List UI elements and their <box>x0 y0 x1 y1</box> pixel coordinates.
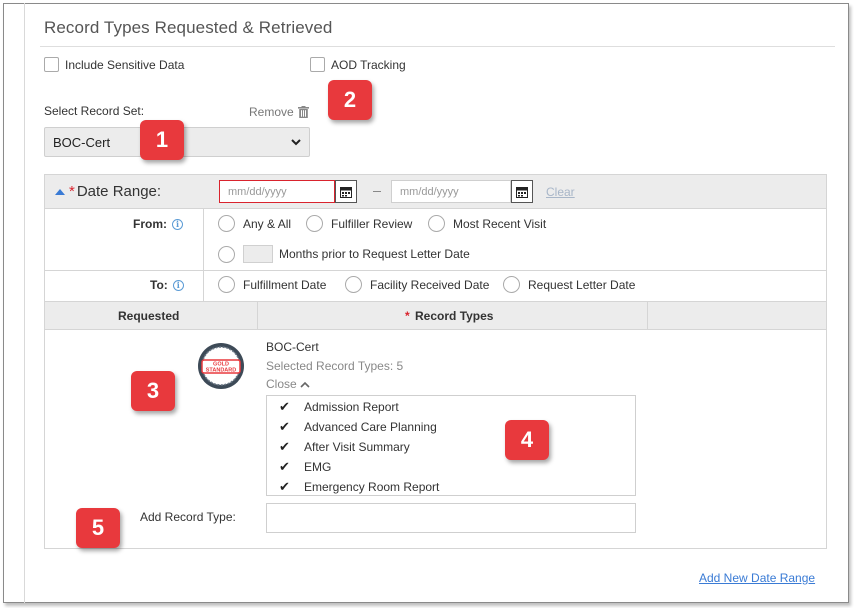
from-calendar-button[interactable] <box>335 180 357 203</box>
to-option-request-letter-date[interactable]: Request Letter Date <box>503 276 635 293</box>
chevron-up-icon <box>300 381 310 388</box>
checkbox-box[interactable] <box>310 57 325 72</box>
radio-circle[interactable] <box>218 215 235 232</box>
months-input[interactable] <box>243 245 273 263</box>
list-item[interactable]: ✔ Advanced Care Planning <box>279 419 437 435</box>
radio-label: Request Letter Date <box>528 277 636 292</box>
from-date-input[interactable]: mm/dd/yyyy <box>219 180 335 203</box>
column-divider <box>257 302 258 330</box>
record-type-label: Emergency Room Report <box>304 480 440 494</box>
from-option-most-recent-visit[interactable]: Most Recent Visit <box>428 215 546 232</box>
col-requested: Requested <box>118 309 180 323</box>
radio-label: Fulfillment Date <box>243 277 327 292</box>
gold-badge-text-2: STANDARD <box>206 368 236 374</box>
record-set-name: BOC-Cert <box>266 340 319 354</box>
to-option-fulfillment-date[interactable]: Fulfillment Date <box>218 276 326 293</box>
include-sensitive-label: Include Sensitive Data <box>65 57 185 72</box>
radio-label: Most Recent Visit <box>453 216 547 231</box>
callout-badge-3: 3 <box>131 371 175 411</box>
radio-circle[interactable] <box>306 215 323 232</box>
from-row-label: From: i <box>133 217 183 231</box>
chevron-down-icon <box>291 138 301 145</box>
list-item[interactable]: ✔ Admission Report <box>279 399 399 415</box>
date-range-title[interactable]: * Date Range: <box>55 183 161 200</box>
add-record-type-input[interactable] <box>266 503 636 533</box>
info-icon[interactable]: i <box>172 279 184 291</box>
record-type-label: EMG <box>304 460 332 474</box>
record-set-selected-value: BOC-Cert <box>53 134 111 150</box>
info-icon[interactable]: i <box>172 218 183 230</box>
selected-record-types-count: Selected Record Types: 5 <box>266 359 404 373</box>
label-column-divider <box>203 209 204 301</box>
checkbox-box[interactable] <box>44 57 59 72</box>
col-record-types-label: Record Types <box>415 309 494 323</box>
row-divider <box>45 270 826 271</box>
check-icon: ✔ <box>279 459 290 474</box>
radio-circle[interactable] <box>503 276 520 293</box>
remove-button[interactable]: Remove <box>249 105 309 119</box>
to-row-label: To: i <box>150 278 184 292</box>
callout-badge-5: 5 <box>76 508 120 548</box>
date-separator <box>373 191 381 192</box>
check-icon: ✔ <box>279 419 290 434</box>
check-icon: ✔ <box>279 439 290 454</box>
date-range-label: Date Range: <box>76 183 162 200</box>
clear-dates-link[interactable]: Clear <box>546 185 575 199</box>
callout-badge-2: 2 <box>328 80 372 120</box>
col-record-types: * Record Types <box>405 309 493 323</box>
record-type-label: After Visit Summary <box>304 440 410 454</box>
close-toggle[interactable]: Close <box>266 377 310 391</box>
add-record-type-label: Add Record Type: <box>140 510 236 524</box>
include-sensitive-checkbox[interactable]: Include Sensitive Data <box>44 57 184 72</box>
left-divider <box>24 3 25 603</box>
collapse-triangle-icon[interactable] <box>55 188 65 195</box>
list-item[interactable]: ✔ After Visit Summary <box>279 439 410 455</box>
record-type-label: Advanced Care Planning <box>304 420 437 434</box>
radio-label: Fulfiller Review <box>331 216 413 231</box>
callout-badge-1: 1 <box>140 120 184 160</box>
check-icon: ✔ <box>279 479 290 494</box>
check-icon: ✔ <box>279 399 290 414</box>
radio-circle[interactable] <box>218 245 235 263</box>
trash-icon[interactable] <box>297 106 309 118</box>
to-option-facility-received-date[interactable]: Facility Received Date <box>345 276 489 293</box>
required-asterisk: * <box>405 309 410 323</box>
to-calendar-button[interactable] <box>511 180 533 203</box>
radio-label: Any & All <box>243 216 292 231</box>
column-divider <box>647 302 648 330</box>
calendar-icon <box>340 186 352 198</box>
from-option-fulfiller-review[interactable]: Fulfiller Review <box>306 215 412 232</box>
add-new-date-range-link[interactable]: Add New Date Range <box>699 571 815 585</box>
to-label: To: <box>150 278 168 292</box>
gold-standard-badge: GOLD STANDARD <box>198 343 244 389</box>
from-option-months-prior[interactable]: Months prior to Request Letter Date <box>218 245 470 263</box>
from-label: From: <box>133 217 167 231</box>
close-label: Close <box>266 377 297 391</box>
list-item[interactable]: ✔ EMG <box>279 459 331 475</box>
table-header: Requested * Record Types <box>45 301 826 330</box>
radio-circle[interactable] <box>345 276 362 293</box>
date-range-header: * Date Range: mm/dd/yyyy mm/dd/yyyy Clea… <box>45 175 826 209</box>
radio-circle[interactable] <box>428 215 445 232</box>
aod-tracking-label: AOD Tracking <box>331 57 406 72</box>
to-date-input[interactable]: mm/dd/yyyy <box>391 180 511 203</box>
calendar-icon <box>516 186 528 198</box>
radio-circle[interactable] <box>218 276 235 293</box>
aod-tracking-checkbox[interactable]: AOD Tracking <box>310 57 406 72</box>
from-option-any-all[interactable]: Any & All <box>218 215 291 232</box>
list-item[interactable]: ✔ Emergency Room Report <box>279 479 439 495</box>
record-type-label: Admission Report <box>304 400 399 414</box>
months-prior-label: Months prior to Request Letter Date <box>279 247 470 261</box>
select-record-set-label: Select Record Set: <box>44 104 145 118</box>
title-divider <box>40 46 835 47</box>
record-types-list: ✔ Admission Report ✔ Advanced Care Plann… <box>266 395 636 496</box>
required-asterisk: * <box>69 183 75 200</box>
remove-label: Remove <box>249 105 294 119</box>
radio-label: Facility Received Date <box>370 277 490 292</box>
section-title: Record Types Requested & Retrieved <box>44 18 333 37</box>
callout-badge-4: 4 <box>505 420 549 460</box>
